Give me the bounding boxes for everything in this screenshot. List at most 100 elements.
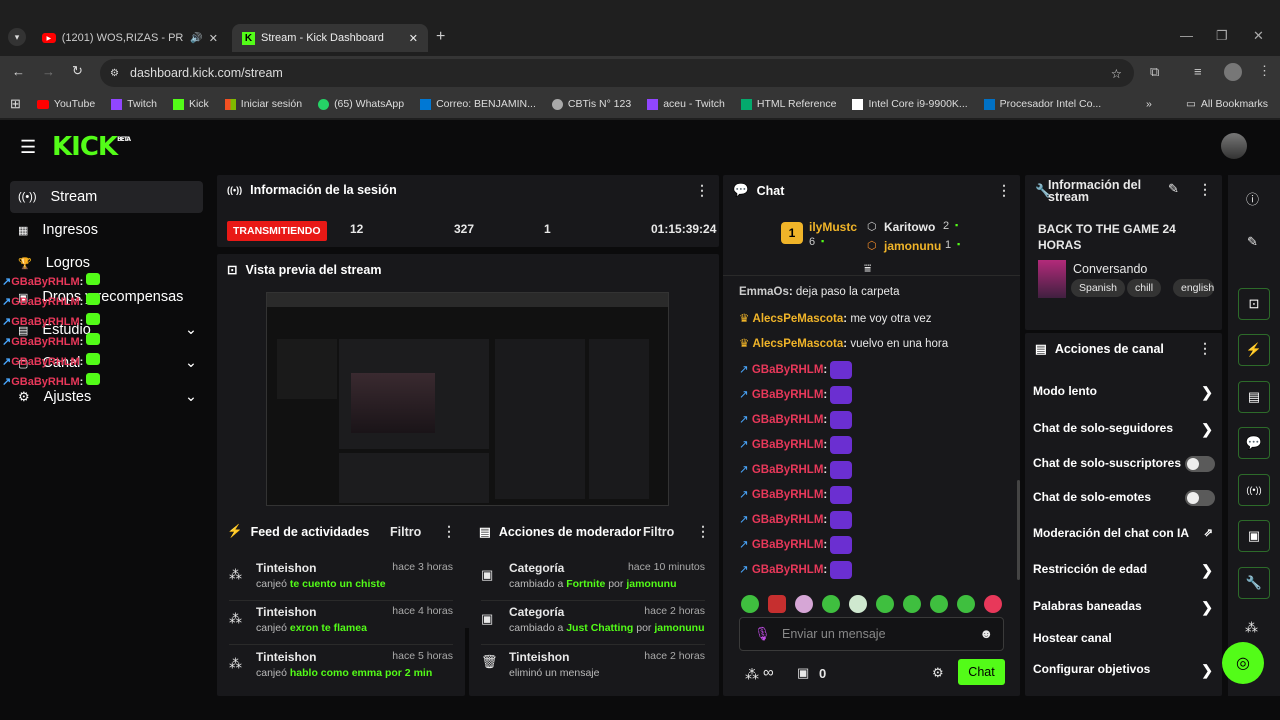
more-options-icon[interactable]: ⋮ xyxy=(695,182,709,199)
stream-preview-video[interactable] xyxy=(266,292,669,506)
chat-user[interactable]: GBaByRHLM xyxy=(752,489,824,501)
chat-user[interactable]: AlecsPeMascota xyxy=(753,313,844,325)
chat-button[interactable]: 💬 xyxy=(1238,427,1270,459)
restore-icon[interactable]: ❐ xyxy=(1216,28,1228,44)
toggle-switch[interactable] xyxy=(1185,456,1215,472)
emote-icon[interactable] xyxy=(768,595,786,613)
tab-youtube[interactable]: ▶ (1201) WOS,RIZAS - PRIME 🔊 ✕ xyxy=(32,24,228,52)
chat-input[interactable]: 🎙 Enviar un mensaje ☻ xyxy=(739,617,1004,651)
media-icon[interactable]: ≡ xyxy=(1194,64,1202,79)
bookmark-aceu[interactable]: aceu - Twitch xyxy=(639,98,733,110)
collapse-leaderboard-icon[interactable]: ⩸ xyxy=(864,261,871,276)
all-bookmarks[interactable]: ▭ All Bookmarks xyxy=(1178,98,1276,110)
category-name[interactable]: Conversando xyxy=(1073,262,1147,276)
emote-icon[interactable] xyxy=(903,595,921,613)
chat-user[interactable]: AlecsPeMascota xyxy=(753,338,844,350)
send-chat-button[interactable]: Chat xyxy=(958,659,1005,685)
address-bar[interactable]: ⚙ dashboard.kick.com/stream ☆ xyxy=(100,59,1134,87)
pencil-icon[interactable]: ✎ xyxy=(1247,234,1258,250)
bookmark-html[interactable]: HTML Reference xyxy=(733,98,845,110)
ai-moderation-button[interactable]: Moderación del chat con IA ⇗ xyxy=(1033,526,1223,546)
age-restriction-button[interactable]: Restricción de edad ❯ xyxy=(1033,562,1223,582)
reload-icon[interactable]: ↻ xyxy=(72,63,83,79)
more-options-icon[interactable]: ⋮ xyxy=(442,523,456,540)
bookmark-kick[interactable]: Kick xyxy=(165,98,217,110)
tab-search-icon[interactable]: ▾ xyxy=(8,28,26,46)
notes-button[interactable]: ▤ xyxy=(1238,381,1270,413)
bookmark-intel1[interactable]: Intel Core i9-9900K... xyxy=(844,98,975,110)
emote-icon[interactable] xyxy=(876,595,894,613)
extensions-icon[interactable]: ⧉ xyxy=(1150,64,1159,80)
emoji-icon[interactable]: ☻ xyxy=(979,626,993,641)
new-tab-icon[interactable]: + xyxy=(436,28,445,46)
edit-icon[interactable]: ✎ xyxy=(1168,181,1179,197)
camera-button[interactable]: ⊡ xyxy=(1238,288,1270,320)
chat-user[interactable]: GBaByRHLM xyxy=(752,539,824,551)
site-info-icon[interactable]: ⚙ xyxy=(110,68,119,79)
filter-button[interactable]: Filtro xyxy=(390,525,421,539)
menu-icon[interactable]: ⋮ xyxy=(1258,63,1271,79)
bookmark-whatsapp[interactable]: (65) WhatsApp xyxy=(310,98,412,110)
emote-icon[interactable] xyxy=(984,595,1002,613)
emote-icon[interactable] xyxy=(849,595,867,613)
bookmark-youtube[interactable]: YouTube xyxy=(29,98,103,110)
close-tab-icon[interactable]: ✕ xyxy=(409,32,418,45)
bookmark-star-icon[interactable]: ☆ xyxy=(1111,66,1122,81)
emotes-only-toggle[interactable]: Chat de solo-emotes xyxy=(1033,490,1223,510)
chat-user[interactable]: GBaByRHLM xyxy=(752,414,824,426)
profile-avatar[interactable] xyxy=(1224,63,1242,81)
chat-user[interactable]: GBaByRHLM xyxy=(752,514,824,526)
tag[interactable]: english xyxy=(1173,279,1214,297)
toggle-switch[interactable] xyxy=(1185,490,1215,506)
forward-icon[interactable]: → xyxy=(42,64,55,79)
bolt-button[interactable]: ⚡ xyxy=(1238,334,1270,366)
bookmark-mail[interactable]: Correo: BENJAMIN... xyxy=(412,98,544,110)
info-icon[interactable]: ⓘ xyxy=(1246,189,1259,208)
tag[interactable]: chill xyxy=(1127,279,1162,297)
bookmark-twitch[interactable]: Twitch xyxy=(103,98,165,110)
emote-icon[interactable] xyxy=(957,595,975,613)
minimize-icon[interactable]: — xyxy=(1180,28,1193,43)
more-bookmarks-icon[interactable]: » xyxy=(1146,98,1152,110)
chat-user[interactable]: GBaByRHLM xyxy=(752,439,824,451)
bookmark-intel2[interactable]: Procesador Intel Co... xyxy=(976,98,1110,110)
kick-logo[interactable]: KICKBETA xyxy=(52,132,131,162)
emote-icon[interactable] xyxy=(930,595,948,613)
mod-tools-button[interactable]: ▣ xyxy=(1238,520,1270,552)
chat-user[interactable]: EmmaOs xyxy=(739,286,789,298)
tab-kick[interactable]: K Stream - Kick Dashboard ✕ xyxy=(232,24,428,52)
users-icon[interactable]: ⁂ xyxy=(1245,620,1258,636)
chat-scrollbar[interactable] xyxy=(1017,480,1020,580)
more-options-icon[interactable]: ⋮ xyxy=(1198,181,1212,198)
chat-user[interactable]: GBaByRHLM xyxy=(752,389,824,401)
tag[interactable]: Spanish xyxy=(1071,279,1125,297)
hamburger-menu-icon[interactable]: ☰ xyxy=(20,137,36,158)
subscribers-only-toggle[interactable]: Chat de solo-suscriptores xyxy=(1033,456,1223,476)
sidebar-item-ingresos[interactable]: ▦ Ingresos xyxy=(10,214,203,246)
broadcast-button[interactable]: ((•)) xyxy=(1238,474,1270,506)
chat-user[interactable]: GBaByRHLM xyxy=(752,464,824,476)
microphone-icon[interactable]: 🎙 xyxy=(754,626,771,642)
banned-words-button[interactable]: Palabras baneadas ❯ xyxy=(1033,599,1223,619)
slow-mode-button[interactable]: Modo lento ❯ xyxy=(1033,384,1223,404)
chat-user[interactable]: GBaByRHLM xyxy=(752,564,824,576)
emote-icon[interactable] xyxy=(822,595,840,613)
followers-only-button[interactable]: Chat de solo-seguidores ❯ xyxy=(1033,421,1223,441)
host-channel-button[interactable]: Hostear canal xyxy=(1033,631,1223,651)
more-options-icon[interactable]: ⋮ xyxy=(1198,340,1212,357)
close-window-icon[interactable]: ✕ xyxy=(1253,28,1264,44)
bookmark-login[interactable]: Iniciar sesión xyxy=(217,98,310,110)
more-options-icon[interactable]: ⋮ xyxy=(997,182,1011,199)
more-options-icon[interactable]: ⋮ xyxy=(696,523,710,540)
close-tab-icon[interactable]: ✕ xyxy=(209,32,218,45)
emote-icon[interactable] xyxy=(795,595,813,613)
support-button[interactable]: ◎ xyxy=(1222,642,1264,684)
configure-goals-button[interactable]: Configurar objetivos ❯ xyxy=(1033,662,1223,682)
apps-icon[interactable]: ⊞ xyxy=(0,96,29,112)
sidebar-item-stream[interactable]: ((•)) Stream xyxy=(10,181,203,213)
emote-icon[interactable] xyxy=(741,595,759,613)
wrench-button[interactable]: 🔧 xyxy=(1238,567,1270,599)
user-avatar[interactable] xyxy=(1221,133,1247,159)
chat-user[interactable]: GBaByRHLM xyxy=(752,364,824,376)
bookmark-cbtis[interactable]: CBTis N° 123 xyxy=(544,98,639,110)
